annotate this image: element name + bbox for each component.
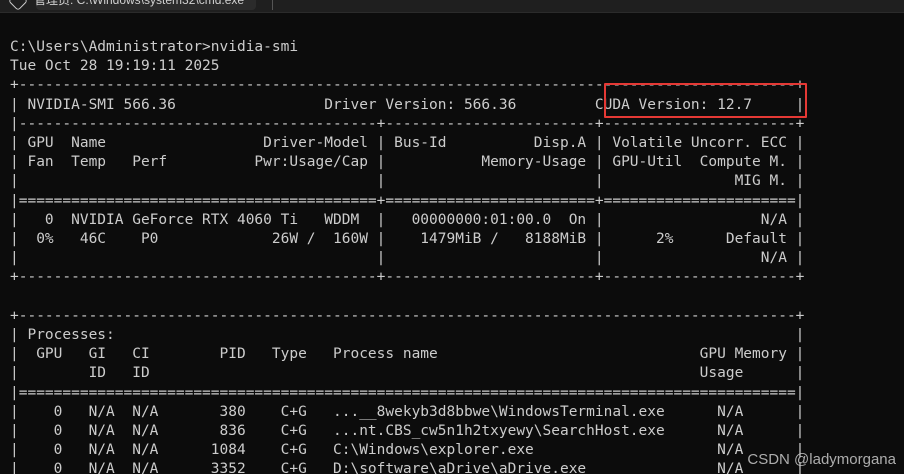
tab-title[interactable]: 管理员: C:\Windows\system32\cmd.exe (34, 0, 244, 8)
terminal-line: |=======================================… (10, 192, 805, 209)
cuda-version-highlight (604, 83, 807, 118)
terminal-line: | | | N/A | (10, 250, 805, 267)
terminal-line: | ID ID Usage | (10, 365, 805, 382)
terminal-line: | 0% 46C P0 26W / 160W | 1479MiB / 8188M… (10, 231, 805, 248)
terminal-line: C:\Users\Administrator>nvidia-smi (10, 39, 299, 55)
terminal-line: Tue Oct 28 19:19:11 2025 (10, 58, 220, 75)
terminal-window: 管理员: C:\Windows\system32\cmd.exe + C:\Us… (0, 0, 904, 474)
title-bar: 管理员: C:\Windows\system32\cmd.exe + (0, 0, 904, 13)
terminal-line: | 0 NVIDIA GeForce RTX 4060 Ti WDDM | 00… (10, 211, 805, 228)
terminal-line: | 0 N/A N/A 3352 C+G D:\software\aDrive\… (10, 461, 805, 474)
terminal-line: | GPU GI CI PID Type Process name GPU Me… (10, 346, 805, 363)
tab-separator (272, 0, 273, 10)
terminal-line: | 0 N/A N/A 380 C+G ...__8wekyb3d8bbwe\W… (10, 403, 805, 420)
terminal-line: | Fan Temp Perf Pwr:Usage/Cap | Memory-U… (10, 154, 805, 171)
new-tab-button[interactable]: + (285, 0, 292, 4)
terminal-line: | GPU Name Driver-Model | Bus-Id Disp.A … (10, 135, 805, 152)
terminal-line: |=======================================… (10, 384, 805, 401)
terminal-line: +---------------------------------------… (10, 269, 805, 286)
terminal-line: | 0 N/A N/A 836 C+G ...nt.CBS_cw5n1h2txy… (10, 423, 805, 440)
terminal-shield-icon (8, 0, 28, 11)
terminal-line: | Processes: | (10, 327, 805, 344)
terminal-line: +---------------------------------------… (10, 307, 805, 324)
terminal-line: | | | MIG M. | (10, 173, 805, 190)
watermark: CSDN @ladymorgana (747, 451, 896, 468)
terminal-line: | 0 N/A N/A 1084 C+G C:\Windows\explorer… (10, 442, 805, 459)
